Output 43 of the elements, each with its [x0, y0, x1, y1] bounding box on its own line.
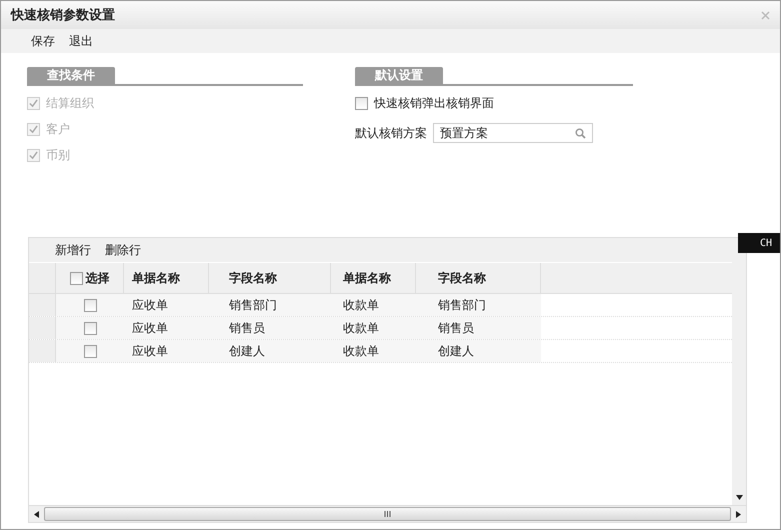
table-cell: 收款单	[343, 320, 379, 336]
checkbox[interactable]	[84, 298, 96, 312]
table-cell: 销售员	[229, 320, 265, 336]
table-cell: 收款单	[343, 342, 379, 360]
table-row[interactable]: 应收单 销售部门 收款单 销售部门	[29, 294, 732, 317]
checkbox[interactable]	[355, 96, 368, 110]
checkbox-label: 快速核销弹出核销界面	[374, 94, 494, 112]
table-cell: 创建人	[229, 342, 265, 360]
search-icon[interactable]	[575, 128, 586, 138]
window-title: 快速核销参数设置	[11, 7, 115, 24]
table-cell: 收款单	[343, 296, 379, 314]
table-cell: 应收单	[132, 320, 168, 336]
column-header: 选择	[86, 270, 110, 286]
column-header[interactable]: 字段名称	[438, 270, 486, 286]
toolbar-button[interactable]: 删除行	[105, 242, 141, 258]
toolbar-button[interactable]: 保存	[31, 32, 55, 50]
scroll-right-icon[interactable]	[735, 510, 742, 518]
table-cell: 销售员	[438, 320, 474, 336]
scroll-left-icon[interactable]	[33, 510, 40, 518]
column-header[interactable]: 字段名称	[229, 270, 277, 286]
checkbox[interactable]	[70, 272, 82, 284]
table-cell: 应收单	[132, 342, 168, 360]
checkbox-label: 结算组织	[46, 94, 94, 112]
table-cell: 应收单	[132, 296, 168, 314]
toolbar-button[interactable]: 新增行	[55, 242, 91, 258]
scroll-down-icon[interactable]	[736, 494, 743, 501]
table-row[interactable]: 应收单 销售员 收款单 销售员	[29, 317, 732, 340]
checkbox[interactable]	[84, 322, 96, 334]
scheme-field[interactable]: 预置方案	[433, 123, 593, 143]
table-cell: 销售部门	[229, 296, 277, 314]
checkbox-label: 币别	[46, 146, 70, 164]
checkbox-label: 客户	[46, 120, 70, 138]
toolbar-button[interactable]: 退出	[69, 32, 93, 50]
scrollbar-thumb[interactable]	[44, 507, 731, 521]
column-header[interactable]: 单据名称	[343, 270, 391, 286]
table-cell: 销售部门	[438, 296, 486, 314]
field-label: 默认核销方案	[355, 124, 427, 142]
table-row[interactable]: 应收单 创建人 收款单 创建人	[29, 340, 732, 363]
ime-indicator[interactable]: CH	[738, 233, 780, 253]
checkbox[interactable]	[84, 344, 96, 358]
column-header[interactable]: 单据名称	[132, 270, 180, 286]
table-cell: 创建人	[438, 342, 474, 360]
close-icon[interactable]	[761, 10, 770, 20]
